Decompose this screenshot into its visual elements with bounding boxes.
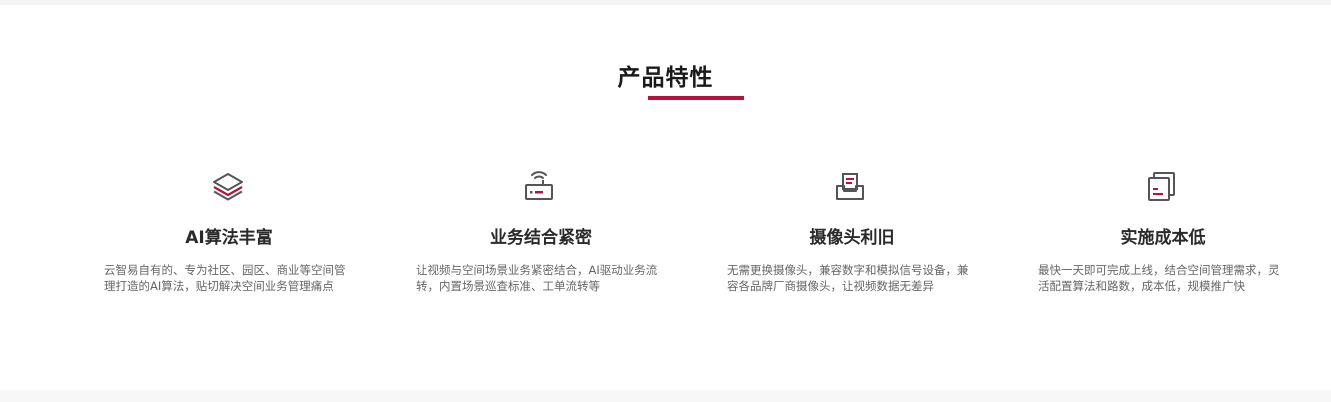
top-divider-strip bbox=[0, 0, 1331, 5]
stacked-cards-icon bbox=[1145, 170, 1179, 204]
layers-icon bbox=[211, 170, 245, 204]
feature-title: AI算法丰富 bbox=[185, 228, 273, 248]
feature-description: 让视频与空间场景业务紧密结合，AI驱动业务流转，内置场景巡查标准、工单流转等 bbox=[416, 263, 658, 293]
router-icon bbox=[522, 170, 556, 204]
feature-description: 云智易自有的、专为社区、园区、商业等空间管理打造的AI算法，贴切解决空间业务管理… bbox=[104, 263, 346, 293]
bottom-section-strip bbox=[0, 390, 1331, 402]
feature-description: 最快一天即可完成上线，结合空间管理需求，灵活配置算法和路数，成本低，规模推广快 bbox=[1038, 263, 1280, 293]
feature-description: 无需更换摄像头，兼容数字和模拟信号设备，兼容各品牌厂商摄像头，让视频数据无差异 bbox=[727, 263, 969, 293]
feature-title: 业务结合紧密 bbox=[490, 228, 592, 248]
title-underline bbox=[648, 96, 744, 100]
feature-title: 摄像头利旧 bbox=[809, 228, 895, 248]
feature-title: 实施成本低 bbox=[1120, 228, 1206, 248]
section-title: 产品特性 bbox=[617, 65, 714, 91]
inbox-document-icon bbox=[833, 170, 867, 204]
